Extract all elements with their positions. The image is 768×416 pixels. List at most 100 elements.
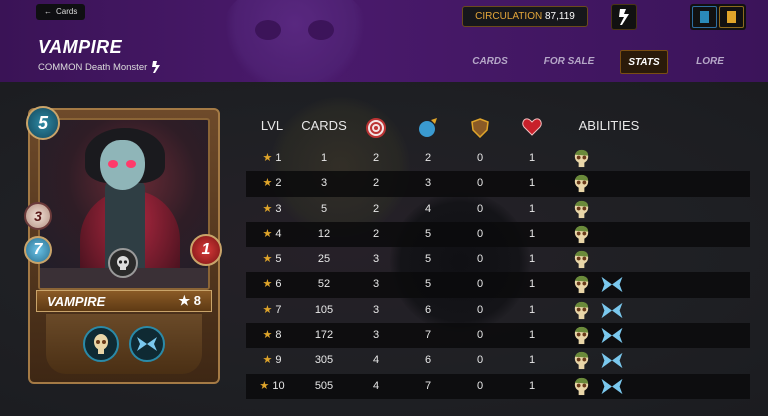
blue-card-view-button[interactable] [692, 6, 717, 28]
skull-ability-icon[interactable] [572, 326, 591, 345]
cell-lvl: ★ 10 [246, 374, 298, 399]
tab-for-sale[interactable]: FOR SALE [536, 50, 602, 74]
cell-health: 1 [528, 177, 536, 190]
wings-ability-icon[interactable] [600, 326, 623, 345]
skull-ability-icon[interactable] [572, 225, 591, 244]
skull-eye-left [255, 20, 281, 40]
cell-speed: 3 [424, 177, 432, 190]
cell-cards: 172 [314, 329, 334, 342]
level-value: 8 [275, 329, 282, 342]
cell-attack: 4 [372, 354, 380, 367]
cell-lvl: ★ 4 [246, 222, 298, 247]
attack-stat: 3 [24, 202, 52, 230]
cell-health: 1 [528, 379, 536, 392]
target-icon [350, 118, 402, 141]
cell-speed: 6 [424, 303, 432, 316]
tab-cards[interactable]: CARDS [460, 50, 520, 74]
level-value: 2 [275, 177, 282, 190]
skull-ability-icon[interactable] [572, 301, 591, 320]
cell-speed: 6 [424, 354, 432, 367]
skull-ability-icon[interactable] [572, 200, 591, 219]
star-icon: ★ [262, 329, 276, 342]
monster-card: 5 3 7 1 VAMPIRE ★ 8 [24, 106, 222, 384]
star-icon: ★ [262, 354, 276, 367]
skull-ability-icon[interactable] [83, 326, 119, 362]
stats-table-header: LVL CARDS ABILITIES [246, 118, 750, 139]
star-icon: ★ [262, 227, 276, 240]
cell-lvl: ★ 1 [246, 146, 298, 171]
col-header-lvl: LVL [260, 118, 284, 133]
cell-cards: 25 [317, 253, 331, 266]
cell-health: 1 [528, 253, 536, 266]
level-value: 10 [272, 379, 285, 392]
cell-cards: 3 [320, 177, 328, 190]
cell-armor: 0 [476, 253, 484, 266]
cell-lvl: ★ 6 [246, 272, 298, 297]
cell-health: 1 [528, 354, 536, 367]
splinterlands-logo-button[interactable] [611, 4, 637, 30]
vampire-eye-left [108, 160, 118, 168]
wings-ability-icon[interactable] [600, 301, 623, 320]
skull-ability-icon[interactable] [572, 351, 591, 370]
wings-ability-glyph [137, 337, 157, 351]
gold-card-view-button[interactable] [719, 6, 744, 28]
table-row: ★ 10 505 4 7 0 1 [246, 373, 750, 399]
circulation-badge: CIRCULATION 87,119 [462, 6, 588, 27]
cell-attack: 2 [372, 152, 380, 164]
table-row: ★ 7 105 3 6 0 1 [246, 298, 750, 323]
arrow-left-icon: ← [44, 7, 52, 16]
health-stat: 1 [190, 234, 222, 266]
level-value: 1 [275, 152, 282, 164]
tab-bar: CARDS FOR SALE STATS LORE [460, 50, 760, 74]
heart-icon [506, 118, 558, 139]
cell-health: 1 [528, 227, 536, 240]
cell-attack: 3 [372, 329, 380, 342]
circulation-label: CIRCULATION [475, 11, 543, 22]
cell-armor: 0 [476, 152, 484, 164]
tab-lore[interactable]: LORE [686, 50, 734, 74]
skull-ability-icon[interactable] [572, 377, 591, 396]
table-row: ★ 112201 [246, 146, 750, 171]
wings-ability-icon[interactable] [600, 275, 623, 294]
wings-ability-icon[interactable] [600, 351, 623, 370]
cell-armor: 0 [476, 227, 484, 240]
mana-cost: 5 [26, 106, 60, 140]
speed-stat: 7 [24, 236, 52, 264]
tab-stats[interactable]: STATS [620, 50, 668, 74]
skull-ability-icon[interactable] [572, 174, 591, 193]
cell-lvl: ★ 3 [246, 197, 298, 222]
wings-ability-icon[interactable] [600, 377, 623, 396]
death-skull-icon [108, 248, 138, 278]
header: ← Cards VAMPIRE COMMON Death Monster CIR… [0, 0, 768, 82]
cell-speed: 7 [424, 379, 432, 392]
skull-ability-icon[interactable] [572, 250, 591, 269]
skull-ability-icon[interactable] [572, 275, 591, 294]
table-row: ★ 4 12 2 5 0 1 [246, 221, 750, 248]
card-name-plate: VAMPIRE ★ 8 [36, 290, 212, 312]
cell-armor: 0 [476, 177, 484, 190]
page-title: VAMPIRE [38, 37, 123, 57]
vampire-eye-right [126, 160, 136, 168]
cell-attack: 4 [372, 379, 380, 392]
cell-armor: 0 [476, 202, 484, 215]
cell-speed: 7 [424, 329, 432, 342]
card-level: ★ 8 [178, 293, 202, 308]
table-row: ★ 2 3 2 3 0 1 [246, 171, 750, 197]
level-value: 4 [275, 227, 282, 240]
cell-health: 1 [528, 329, 536, 342]
col-header-cards: CARDS [301, 118, 347, 133]
shield-icon [454, 118, 506, 141]
back-button[interactable]: ← Cards [36, 4, 86, 20]
circulation-value: 87,119 [544, 11, 575, 22]
cell-cards: 505 [314, 379, 334, 392]
vampire-head [100, 140, 145, 190]
cell-armor: 0 [476, 379, 484, 392]
cell-cards: 5 [320, 202, 328, 215]
level-value: 7 [275, 303, 282, 316]
wings-ability-icon[interactable] [129, 326, 165, 362]
cell-cards: 305 [314, 354, 334, 367]
skull-ability-icon[interactable] [572, 149, 591, 168]
cell-health: 1 [528, 152, 536, 164]
header-skull-decoration [220, 0, 370, 82]
col-header-abilities: ABILITIES [578, 118, 640, 133]
